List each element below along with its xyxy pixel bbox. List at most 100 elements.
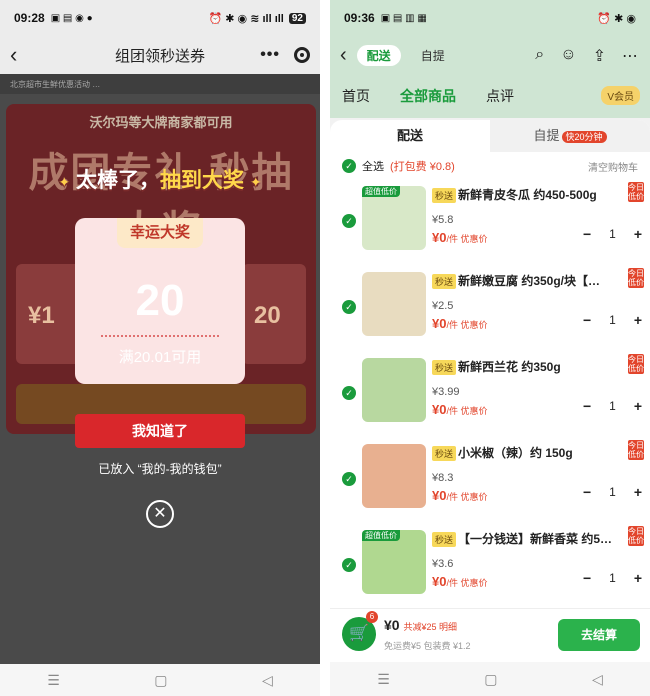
original-price: ¥8.3 [432, 472, 454, 484]
right-screen: 09:36 ▣ ▤ ▥ ▦ ⏰ ✱ ◉ ‹ 配送 自提 ⌕ ☺ ⇪ ⋯ 首页 全… [330, 0, 650, 696]
cart-items: ✓ 超值低价 秒送 新鲜青皮冬瓜 约450-500g 今日低价 ¥5.8 ¥0/件 优惠价 −… [330, 180, 650, 610]
back-icon[interactable]: ‹ [340, 44, 347, 67]
pickup-badge: 快20分钟 [561, 131, 607, 143]
more-icon[interactable]: ••• [260, 46, 280, 64]
cart-tab-pickup[interactable]: 自提 快20分钟 [490, 120, 650, 152]
status-time: 09:28 [14, 11, 45, 25]
quantity-value[interactable]: 1 [609, 227, 616, 241]
original-price: ¥2.5 [432, 300, 454, 312]
item-checkbox[interactable]: ✓ [342, 558, 356, 572]
select-all-label: 全选 [362, 161, 384, 173]
deal-tag: 超值低价 [362, 186, 400, 197]
product-image[interactable] [362, 272, 426, 336]
menu-icon[interactable]: ☰ [377, 671, 390, 688]
checkout-button[interactable]: 去结算 [558, 619, 640, 651]
minus-button[interactable]: − [583, 312, 591, 328]
sparkle-icon: ✦ [249, 174, 262, 190]
minus-button[interactable]: − [583, 398, 591, 414]
member-badge[interactable]: V会员 [601, 86, 640, 105]
plus-button[interactable]: + [634, 398, 642, 414]
bg-coupon: 20 [242, 264, 306, 364]
divider [320, 0, 330, 696]
bg-banner: 沃尔玛等大牌商家都可用 [89, 115, 233, 130]
deal-price-value: ¥0 [432, 230, 447, 245]
deal-price-value: ¥0 [432, 402, 447, 417]
win-title-big: 抽到大奖 [160, 169, 244, 192]
status-bar: 09:36 ▣ ▤ ▥ ▦ ⏰ ✱ ◉ [330, 0, 650, 36]
item-checkbox[interactable]: ✓ [342, 214, 356, 228]
status-bar: 09:28 ▣ ▤ ◉ ● ⏰ ✱ ◉ ≋ ıll ıll 92 [0, 0, 320, 36]
item-checkbox[interactable]: ✓ [342, 386, 356, 400]
tab-home[interactable]: 首页 [342, 86, 370, 106]
product-name[interactable]: 新鲜青皮冬瓜 约450-500g [458, 186, 628, 203]
quantity-value[interactable]: 1 [609, 313, 616, 327]
plus-button[interactable]: + [634, 484, 642, 500]
minus-button[interactable]: − [583, 484, 591, 500]
header-actions: ⌕ ☺ ⇪ ⋯ [535, 46, 638, 66]
product-name[interactable]: 新鲜嫩豆腐 约350g/块【… [458, 272, 628, 289]
deal-price-value: ¥0 [432, 488, 447, 503]
cart-tabs: 配送 自提 快20分钟 [330, 120, 650, 152]
cart-tab-delivery[interactable]: 配送 [330, 120, 490, 152]
chat-icon[interactable]: ☺ [560, 46, 576, 66]
cart-item: ✓ 秒送 小米椒（辣）约 150g 今日低价 ¥8.3 ¥0/件 优惠价 − 1 + [330, 438, 650, 524]
original-price: ¥3.6 [432, 558, 454, 570]
select-all-checkbox[interactable]: ✓ [342, 159, 356, 173]
plus-button[interactable]: + [634, 312, 642, 328]
quantity-stepper: − 1 + [583, 570, 642, 586]
deal-price-unit: /件 优惠价 [446, 406, 488, 416]
cart-sheet: 配送 自提 快20分钟 ✓ 全选 (打包费 ¥0.8) 清空购物车 ✓ 超值低价 秒送… [330, 120, 650, 662]
tab-pickup[interactable]: 自提 [411, 45, 455, 66]
store-header: 09:36 ▣ ▤ ▥ ▦ ⏰ ✱ ◉ ‹ 配送 自提 ⌕ ☺ ⇪ ⋯ 首页 全… [330, 0, 650, 118]
cart-total: ¥0 共减¥25 明细 [384, 617, 457, 633]
item-checkbox[interactable]: ✓ [342, 472, 356, 486]
quantity-value[interactable]: 1 [609, 485, 616, 499]
back-nav-icon[interactable]: ◁ [592, 671, 603, 688]
close-icon[interactable]: ✕ [146, 500, 174, 528]
quantity-stepper: − 1 + [583, 226, 642, 242]
close-miniprogram-icon[interactable] [294, 47, 310, 63]
search-icon[interactable]: ⌕ [535, 46, 544, 66]
quantity-value[interactable]: 1 [609, 399, 616, 413]
plus-button[interactable]: + [634, 226, 642, 242]
fee-info: 免运费¥5 包装费 ¥1.2 [384, 641, 471, 651]
deal-price-unit: /件 优惠价 [446, 492, 488, 502]
clear-cart-button[interactable]: 清空购物车 [588, 159, 638, 174]
share-icon[interactable]: ⇪ [593, 46, 606, 66]
tab-reviews[interactable]: 点评 [486, 86, 514, 106]
cart-item: ✓ 超值低价 秒送 新鲜青皮冬瓜 约450-500g 今日低价 ¥5.8 ¥0/件 优惠价 −… [330, 180, 650, 266]
flash-delivery-tag: 秒送 [432, 188, 457, 203]
ok-button[interactable]: 我知道了 [75, 414, 245, 448]
tab-all-products[interactable]: 全部商品 [400, 86, 456, 106]
product-image[interactable] [362, 358, 426, 422]
today-low-price-tag: 今日低价 [628, 440, 644, 460]
quantity-value[interactable]: 1 [609, 571, 616, 585]
saved-detail[interactable]: 共减¥25 明细 [403, 622, 457, 632]
deal-price-value: ¥0 [432, 316, 447, 331]
home-icon[interactable]: ▢ [154, 672, 167, 689]
product-name[interactable]: 小米椒（辣）约 150g [458, 444, 628, 461]
product-name[interactable]: 新鲜西兰花 约350g [458, 358, 628, 375]
back-icon[interactable]: ‹ [10, 42, 34, 68]
back-nav-icon[interactable]: ◁ [262, 672, 273, 689]
sparkle-icon: ✦ [58, 174, 71, 190]
product-image[interactable] [362, 444, 426, 508]
deal-price: ¥0/件 优惠价 [432, 488, 487, 503]
menu-icon[interactable]: ☰ [47, 672, 60, 689]
more-icon[interactable]: ⋯ [622, 46, 638, 66]
cart-item: ✓ 秒送 新鲜西兰花 约350g 今日低价 ¥3.99 ¥0/件 优惠价 − 1 + [330, 352, 650, 438]
deal-price-unit: /件 优惠价 [446, 320, 488, 330]
tab-delivery[interactable]: 配送 [356, 45, 401, 66]
minus-button[interactable]: − [583, 226, 591, 242]
plus-button[interactable]: + [634, 570, 642, 586]
minus-button[interactable]: − [583, 570, 591, 586]
today-low-price-tag: 今日低价 [628, 354, 644, 374]
home-icon[interactable]: ▢ [484, 671, 497, 688]
item-checkbox[interactable]: ✓ [342, 300, 356, 314]
status-time: 09:36 [344, 11, 375, 25]
product-name[interactable]: 【一分钱送】新鲜香菜 约5… [458, 530, 628, 547]
prize-card: 幸运大奖 20 满20.01可用 [75, 218, 245, 384]
quantity-stepper: − 1 + [583, 312, 642, 328]
system-nav-bar: ☰ ▢ ◁ [330, 662, 650, 696]
prize-amount: 20 [135, 276, 185, 325]
